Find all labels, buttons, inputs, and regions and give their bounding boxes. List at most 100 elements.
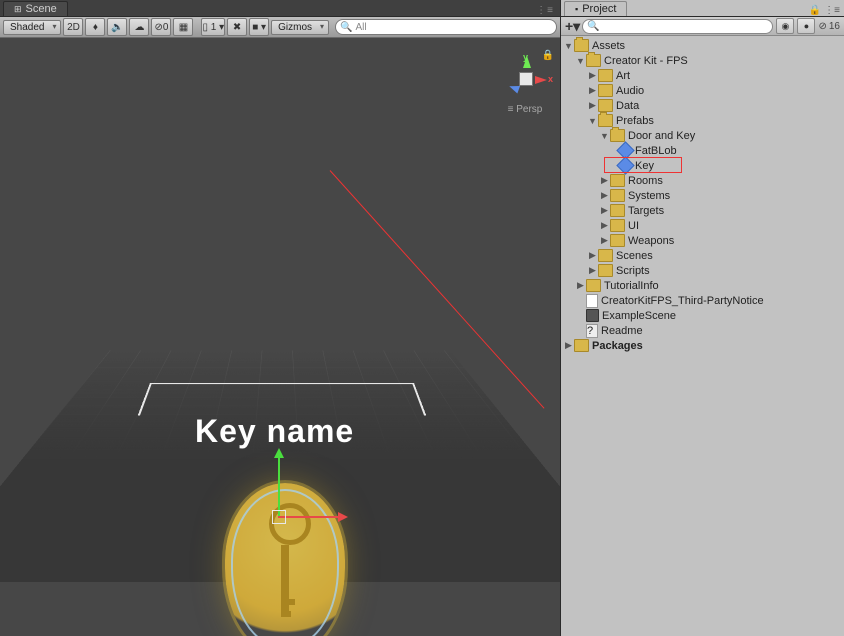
gizmos-label: Gizmos	[278, 22, 312, 33]
lightbulb-icon: ♦	[93, 22, 98, 33]
key-name-label: Key name	[195, 413, 354, 450]
caret-right-icon[interactable]: ▶	[599, 175, 610, 186]
folder-icon	[598, 99, 613, 112]
caret-right-icon[interactable]: ▶	[587, 250, 598, 261]
camera-alt-icon: ▯ 1 ▾	[202, 22, 224, 33]
tree-scenes[interactable]: ▶Scenes	[561, 248, 844, 263]
tree-label: Audio	[616, 85, 644, 97]
camera-dropdown[interactable]: ▯ 1 ▾	[201, 18, 225, 36]
hidden-count[interactable]: ⊘16	[818, 21, 840, 32]
visibility-toggle-button[interactable]: ⊘0	[151, 18, 171, 36]
axis-x-label: x	[548, 74, 553, 84]
project-search[interactable]: 🔍	[582, 19, 773, 34]
caret-right-icon[interactable]: ▶	[587, 100, 598, 111]
tools-icon: ✖	[233, 22, 241, 33]
folder-icon	[610, 204, 625, 217]
scene-search[interactable]: 🔍 All	[335, 19, 557, 35]
caret-right-icon[interactable]: ▶	[587, 85, 598, 96]
folder-icon	[586, 279, 601, 292]
grid-icon: ⊞	[14, 4, 22, 15]
tree-example-scene[interactable]: ExampleScene	[561, 308, 844, 323]
tree-label: Door and Key	[628, 130, 695, 142]
search-icon: 🔍	[587, 21, 599, 32]
tree-art[interactable]: ▶ Art	[561, 68, 844, 83]
caret-right-icon[interactable]: ▶	[587, 265, 598, 276]
toggle-2d-button[interactable]: 2D	[63, 18, 83, 36]
text-file-icon	[586, 294, 598, 308]
tab-scene[interactable]: ⊞ Scene	[3, 1, 68, 16]
axis-y-cone[interactable]	[523, 56, 531, 68]
tree-label: Packages	[592, 340, 643, 352]
gizmos-dropdown[interactable]: Gizmos	[271, 20, 329, 35]
tree-third-party-notice[interactable]: CreatorKitFPS_Third-PartyNotice	[561, 293, 844, 308]
tree-rooms[interactable]: ▶Rooms	[561, 173, 844, 188]
folder-icon	[598, 84, 613, 97]
caret-right-icon[interactable]: ▶	[599, 220, 610, 231]
fx-toggle-button[interactable]: ☁	[129, 18, 149, 36]
tree-door-and-key[interactable]: ▼ Door and Key	[561, 128, 844, 143]
move-x-arrowhead[interactable]	[338, 512, 348, 522]
tree-scripts[interactable]: ▶Scripts	[561, 263, 844, 278]
tree-weapons[interactable]: ▶Weapons	[561, 233, 844, 248]
filter-icon: ●	[804, 21, 809, 31]
gizmo-center[interactable]	[519, 72, 533, 86]
key-gameobject[interactable]	[225, 483, 345, 636]
tree-label: Art	[616, 70, 630, 82]
shading-mode-label: Shaded	[10, 22, 44, 33]
folder-open-icon	[586, 54, 601, 67]
caret-right-icon[interactable]: ▶	[599, 205, 610, 216]
tree-systems[interactable]: ▶ Systems	[561, 188, 844, 203]
camera-button[interactable]: ■ ▾	[249, 18, 269, 36]
projection-label[interactable]: ≡ Persp	[498, 104, 552, 115]
tab-project[interactable]: ▪ Project	[564, 1, 627, 16]
move-x-axis[interactable]	[278, 516, 338, 518]
project-tabbar: ▪ Project 🔒 ⋮≡	[561, 0, 844, 17]
audio-toggle-button[interactable]: 🔈	[107, 18, 127, 36]
tree-audio[interactable]: ▶ Audio	[561, 83, 844, 98]
project-panel: ▪ Project 🔒 ⋮≡ +▾ 🔍 ◉ ● ⊘16 ▼Assets ▼Cre…	[561, 0, 844, 636]
panel-lock-icon[interactable]: 🔒 ⋮≡	[809, 5, 840, 16]
folder-icon	[610, 174, 625, 187]
caret-right-icon[interactable]: ▶	[599, 235, 610, 246]
tree-prefabs[interactable]: ▼ Prefabs	[561, 113, 844, 128]
folder-icon	[598, 249, 613, 262]
move-y-axis[interactable]	[278, 456, 280, 516]
gizmo-cube[interactable]: y x	[503, 56, 547, 100]
favorite-filter-button[interactable]: ◉	[776, 18, 794, 34]
orientation-gizmo[interactable]: y x ≡ Persp	[498, 56, 552, 115]
tree-ui[interactable]: ▶UI	[561, 218, 844, 233]
move-center-handle[interactable]	[272, 510, 286, 524]
type-filter-button[interactable]: ●	[797, 18, 815, 34]
tree-label: Targets	[628, 205, 664, 217]
tree-label: Systems	[628, 190, 670, 202]
caret-right-icon[interactable]: ▶	[599, 190, 610, 201]
tree-targets[interactable]: ▶ Targets	[561, 203, 844, 218]
project-toolbar: +▾ 🔍 ◉ ● ⊘16	[561, 17, 844, 36]
tree-packages[interactable]: ▶ Packages	[561, 338, 844, 353]
caret-right-icon[interactable]: ▶	[587, 70, 598, 81]
caret-down-icon[interactable]: ▼	[575, 56, 586, 66]
tree-creator-kit[interactable]: ▼Creator Kit - FPS	[561, 53, 844, 68]
tree-tutorialinfo[interactable]: ▶TutorialInfo	[561, 278, 844, 293]
project-tree[interactable]: ▼Assets ▼Creator Kit - FPS ▶ Art ▶ Audio ▶…	[561, 36, 844, 636]
tree-data[interactable]: ▶Data	[561, 98, 844, 113]
caret-down-icon[interactable]: ▼	[587, 116, 598, 126]
scene-panel: ⊞ Scene ⋮≡ Shaded 2D ♦ 🔈 ☁ ⊘0 ▦ ▯ 1 ▾ ✖ …	[0, 0, 561, 636]
caret-down-icon[interactable]: ▼	[563, 41, 574, 51]
create-button[interactable]: +▾	[565, 18, 579, 35]
caret-right-icon[interactable]: ▶	[575, 280, 586, 291]
tools-button[interactable]: ✖	[227, 18, 247, 36]
tree-assets[interactable]: ▼Assets	[561, 38, 844, 53]
panel-menu-icon[interactable]: ⋮≡	[536, 5, 554, 16]
tree-label: Prefabs	[616, 115, 654, 127]
caret-down-icon[interactable]: ▼	[599, 131, 610, 141]
tree-readme[interactable]: ?Readme	[561, 323, 844, 338]
lighting-toggle-button[interactable]: ♦	[85, 18, 105, 36]
text-file-icon: ?	[586, 324, 598, 338]
caret-right-icon[interactable]: ▶	[563, 340, 574, 351]
grid-toggle-button[interactable]: ▦	[173, 18, 193, 36]
tree-fatblob[interactable]: FatBLob	[561, 143, 844, 158]
axis-x-cone[interactable]	[535, 76, 547, 84]
scene-view[interactable]: 🔒 y x ≡ Persp Key name	[0, 38, 560, 636]
shading-mode-dropdown[interactable]: Shaded	[3, 20, 61, 35]
